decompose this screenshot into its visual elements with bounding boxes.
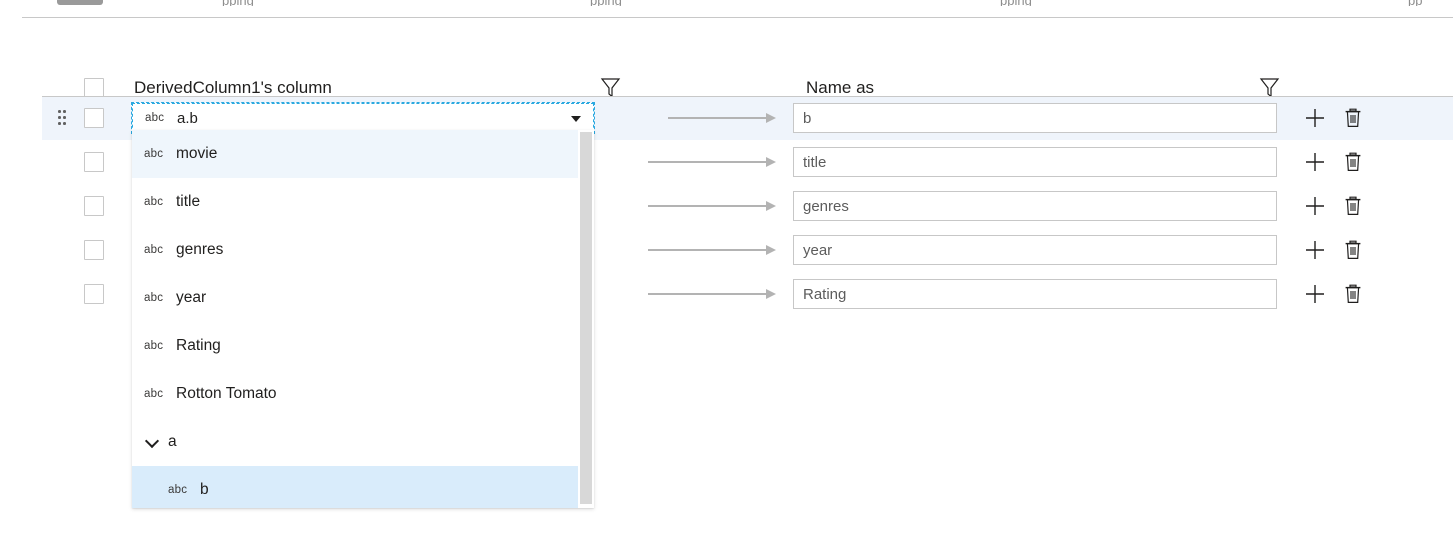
type-badge-abc: abc (144, 196, 166, 208)
column-header-source: DerivedColumn1's column (134, 78, 332, 98)
chevron-down-icon[interactable] (571, 116, 581, 122)
dropdown-item[interactable]: abc Rating (132, 322, 578, 370)
cut-off-label-2: pping (590, 0, 622, 6)
cut-off-pill (57, 0, 103, 5)
trash-icon[interactable] (1342, 195, 1364, 222)
source-column-value: a.b (177, 110, 198, 127)
row-divider (42, 96, 1453, 97)
row-checkbox[interactable] (84, 284, 104, 304)
column-header-nameas: Name as (806, 78, 874, 98)
dropdown-item-label: year (176, 289, 206, 307)
trash-icon[interactable] (1342, 151, 1364, 178)
dropdown-item[interactable]: abc Rotton Tomato (132, 370, 578, 418)
plus-icon[interactable] (1304, 107, 1326, 134)
dropdown-item-label: Rating (176, 337, 221, 355)
type-badge-abc: abc (144, 148, 166, 160)
row-checkbox[interactable] (84, 152, 104, 172)
dropdown-item[interactable]: abc movie (132, 130, 578, 178)
dropdown-item[interactable]: a (132, 418, 578, 466)
header-divider (22, 17, 1453, 18)
row-checkbox[interactable] (84, 240, 104, 260)
dropdown-item[interactable]: abc title (132, 178, 578, 226)
cut-off-label-3: pping (1000, 0, 1032, 6)
dropdown-item[interactable]: abcyear (132, 274, 578, 322)
type-badge-abc: abc (168, 484, 190, 496)
name-as-input[interactable] (793, 279, 1277, 309)
mapping-arrow-icon (668, 113, 776, 123)
plus-icon[interactable] (1304, 151, 1326, 178)
cut-off-toolbar-strip: pping pping pping pp (0, 0, 1453, 6)
type-badge-abc: abc (144, 340, 166, 352)
dropdown-item-label: Rotton Tomato (176, 385, 277, 403)
type-badge-abc: abc (144, 292, 166, 304)
dropdown-item[interactable]: abcb (132, 466, 578, 508)
name-as-input[interactable] (793, 103, 1277, 133)
name-as-input[interactable] (793, 191, 1277, 221)
name-as-input[interactable] (793, 147, 1277, 177)
dropdown-scrollbar-thumb[interactable] (580, 132, 592, 504)
plus-icon[interactable] (1304, 283, 1326, 310)
cut-off-label-1: pping (222, 0, 254, 6)
mapping-arrow-icon (648, 245, 776, 255)
row-checkbox[interactable] (84, 196, 104, 216)
dropdown-item-label: title (176, 193, 200, 211)
column-dropdown-panel[interactable]: abcmovieabctitleabcgenresabcyearabcRatin… (132, 130, 594, 508)
mapping-arrow-icon (648, 157, 776, 167)
trash-icon[interactable] (1342, 239, 1364, 266)
dropdown-scrollbar[interactable] (578, 130, 594, 508)
drag-dots-icon[interactable] (58, 110, 67, 126)
mapping-arrow-icon (648, 201, 776, 211)
dropdown-item-label: b (200, 481, 209, 499)
source-column-combobox[interactable]: abc a.b (132, 103, 594, 133)
name-as-input[interactable] (793, 235, 1277, 265)
dropdown-item-label: genres (176, 241, 223, 259)
type-badge-abc: abc (144, 388, 166, 400)
type-badge-abc: abc (144, 244, 166, 256)
cut-off-label-4: pp (1408, 0, 1422, 6)
dropdown-option-list: abcmovieabctitleabcgenresabcyearabcRatin… (132, 130, 578, 508)
column-mapping-panel: pping pping pping pp DerivedColumn1's co… (0, 0, 1453, 549)
trash-icon[interactable] (1342, 283, 1364, 310)
type-badge-abc: abc (145, 112, 164, 124)
dropdown-item[interactable]: abc genres (132, 226, 578, 274)
chevron-down-icon[interactable] (146, 435, 160, 449)
trash-icon[interactable] (1342, 107, 1364, 134)
mapping-arrow-icon (648, 289, 776, 299)
grid-header: DerivedColumn1's column Name as (0, 32, 1453, 80)
dropdown-item-label: a (168, 433, 177, 451)
row-checkbox[interactable] (84, 108, 104, 128)
select-all-checkbox[interactable] (84, 78, 104, 98)
dropdown-item-label: movie (176, 145, 217, 163)
plus-icon[interactable] (1304, 195, 1326, 222)
plus-icon[interactable] (1304, 239, 1326, 266)
